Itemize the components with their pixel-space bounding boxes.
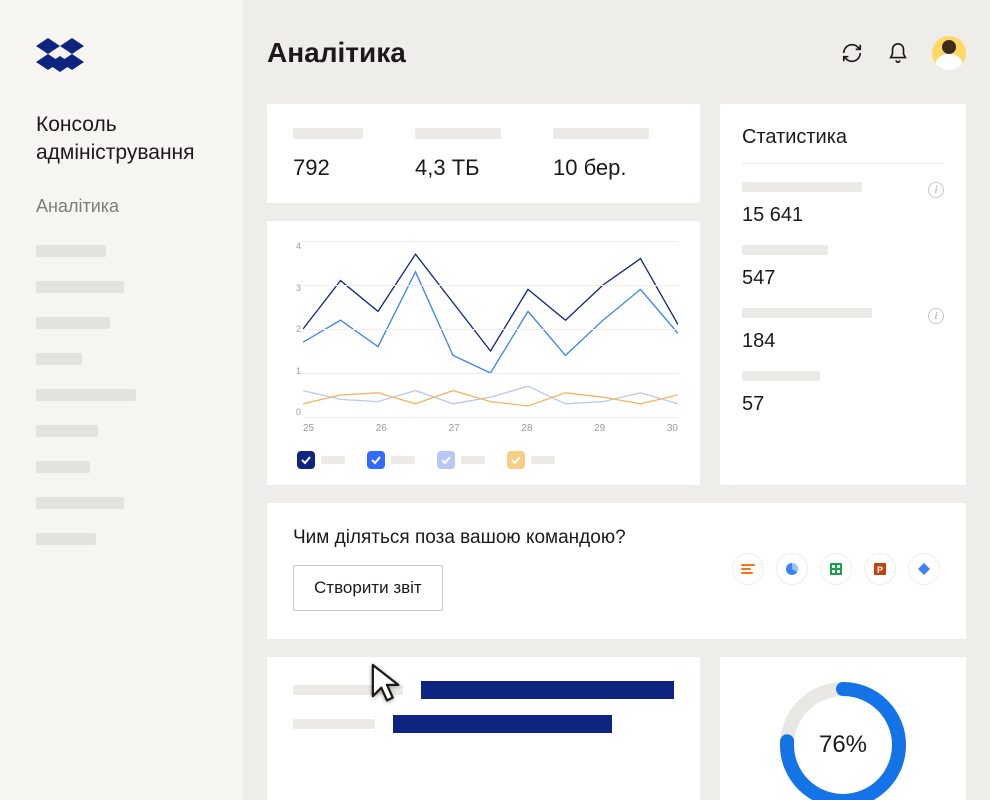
summary-value: 792 — [293, 155, 363, 181]
sidebar-item-placeholder[interactable] — [36, 497, 124, 509]
summary-label-placeholder — [293, 128, 363, 139]
sidebar: Консоль адміністрування Аналітика — [0, 0, 243, 800]
bar-fill — [421, 681, 674, 699]
svg-text:P: P — [877, 565, 883, 575]
share-report-card: Чим діляться поза вашою командою? Створи… — [267, 503, 966, 639]
chart-file-icon — [776, 553, 808, 585]
spreadsheet-file-icon — [820, 553, 852, 585]
sidebar-title: Консоль адміністрування — [36, 111, 207, 168]
legend-item[interactable] — [507, 451, 555, 469]
chart-x-ticks: 25 26 27 28 29 30 — [303, 423, 678, 437]
sidebar-item-placeholder[interactable] — [36, 317, 110, 329]
bar-row — [293, 715, 674, 733]
bell-icon[interactable] — [886, 41, 910, 65]
checkbox-icon[interactable] — [437, 451, 455, 469]
stat-item: 57 — [742, 371, 944, 416]
chart-y-ticks: 4 3 2 1 0 — [289, 241, 301, 417]
summary-value: 4,3 ТБ — [415, 155, 501, 181]
sidebar-item-placeholder[interactable] — [36, 389, 136, 401]
activity-chart: 4 3 2 1 0 — [267, 221, 700, 485]
legend-label-placeholder — [321, 456, 345, 464]
legend-item[interactable] — [297, 451, 345, 469]
info-icon[interactable]: i — [928, 182, 944, 198]
legend-label-placeholder — [391, 456, 415, 464]
donut-card: 76% — [720, 657, 966, 800]
text-file-icon — [732, 553, 764, 585]
chart-plot — [303, 241, 678, 417]
info-icon[interactable]: i — [928, 308, 944, 324]
summary-value: 10 бер. — [553, 155, 649, 181]
dropbox-logo-icon — [36, 38, 207, 83]
sidebar-item-placeholder[interactable] — [36, 353, 82, 365]
checkbox-icon[interactable] — [507, 451, 525, 469]
avatar[interactable] — [932, 36, 966, 70]
stats-title: Статистика — [742, 126, 944, 149]
share-title: Чим діляться поза вашою командою? — [293, 527, 626, 549]
stats-card: Статистика i 15 641 547 i 184 — [720, 104, 966, 485]
presentation-file-icon: P — [864, 553, 896, 585]
header: Аналітика — [267, 36, 966, 70]
stat-item: i 15 641 — [742, 182, 944, 227]
stat-item: 547 — [742, 245, 944, 290]
bar-row — [293, 681, 674, 699]
main-content: Аналітика — [243, 0, 990, 800]
legend-item[interactable] — [437, 451, 485, 469]
stat-item: i 184 — [742, 308, 944, 353]
sidebar-item-placeholder[interactable] — [36, 461, 90, 473]
create-report-button[interactable]: Створити звіт — [293, 565, 443, 611]
page-title: Аналітика — [267, 37, 406, 69]
legend-item[interactable] — [367, 451, 415, 469]
sidebar-item-placeholder[interactable] — [36, 245, 106, 257]
dropbox-file-icon — [908, 553, 940, 585]
donut-percent: 76% — [773, 675, 913, 800]
legend-label-placeholder — [531, 456, 555, 464]
summary-label-placeholder — [553, 128, 649, 139]
checkbox-icon[interactable] — [367, 451, 385, 469]
bar-fill — [393, 715, 612, 733]
sidebar-item-placeholder[interactable] — [36, 281, 124, 293]
bars-card — [267, 657, 700, 800]
checkbox-icon[interactable] — [297, 451, 315, 469]
sidebar-item-placeholder[interactable] — [36, 533, 96, 545]
chart-legend — [289, 451, 678, 469]
sidebar-item-analytics[interactable]: Аналітика — [36, 196, 207, 217]
legend-label-placeholder — [461, 456, 485, 464]
summary-card: 792 4,3 ТБ 10 бер. — [267, 104, 700, 203]
summary-label-placeholder — [415, 128, 501, 139]
file-type-icons: P — [732, 553, 940, 585]
sidebar-item-placeholder[interactable] — [36, 425, 98, 437]
refresh-icon[interactable] — [840, 41, 864, 65]
